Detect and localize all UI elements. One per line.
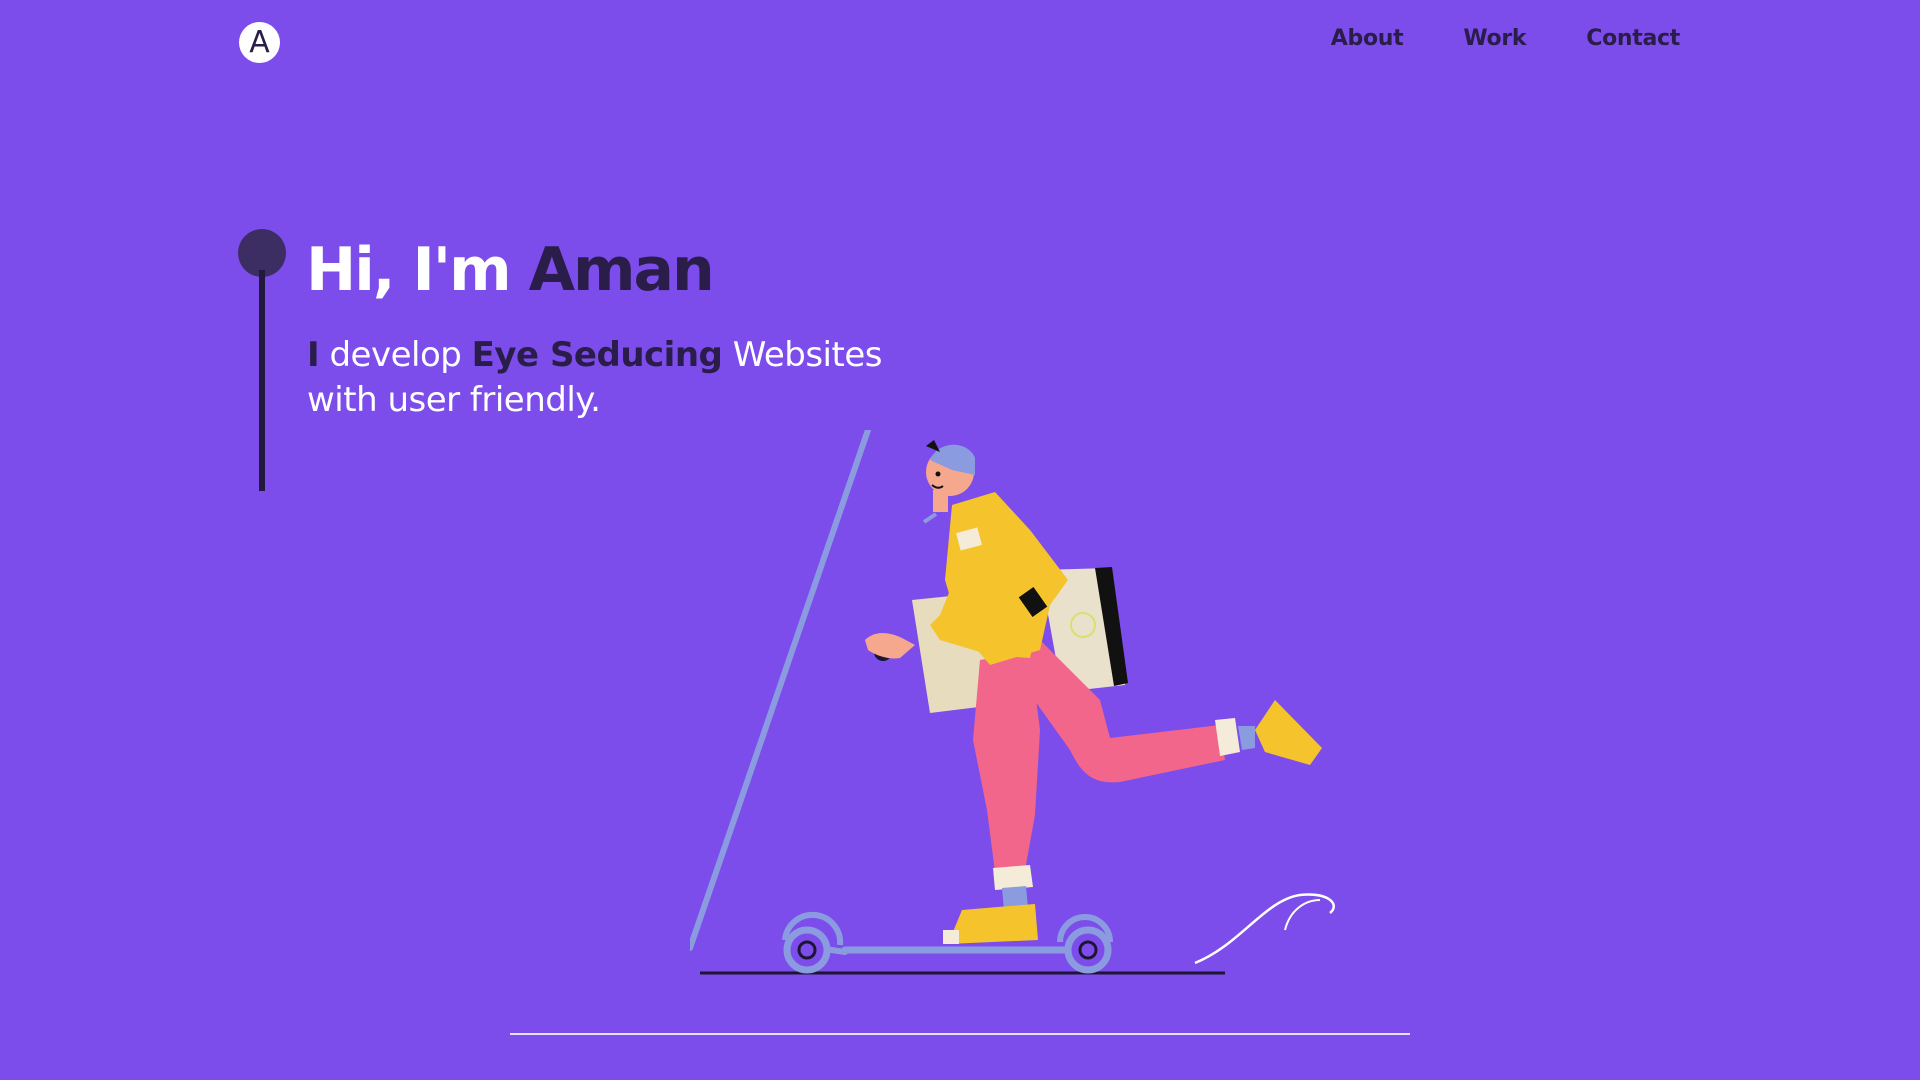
collar	[922, 512, 938, 524]
front-shoe-heel	[943, 930, 959, 944]
scooter-stem	[690, 430, 871, 951]
hair-tuft	[926, 440, 940, 452]
torso	[865, 492, 1068, 665]
hero-subtitle: I develop Eye Seducing Websites with user…	[307, 333, 927, 423]
back-shoe	[1255, 700, 1322, 765]
bottom-divider	[510, 1033, 1410, 1035]
front-leg-pants	[973, 652, 1040, 872]
hero-greeting: Hi, I'm	[306, 235, 512, 305]
timeline-line	[259, 270, 265, 491]
nav-link-about[interactable]: About	[1331, 26, 1404, 51]
person-on-scooter-illustration	[690, 430, 1335, 975]
hero-title: Hi, I'm Aman	[306, 234, 715, 306]
nav-link-work[interactable]: Work	[1463, 26, 1526, 51]
hero-sub-i: I	[307, 335, 320, 375]
front-shoe	[948, 904, 1038, 944]
hero-sub-develop: develop	[329, 335, 462, 375]
front-leg-cuff	[993, 865, 1033, 890]
hero-sub-websites: Websites	[732, 335, 883, 375]
eye	[935, 471, 941, 477]
hero-sub-line2: with user friendly.	[307, 380, 601, 420]
nav-links: About Work Contact	[1271, 26, 1681, 51]
motion-swoosh	[1194, 893, 1335, 965]
hero-sub-highlight: Eye Seducing	[471, 335, 723, 375]
hand	[865, 633, 915, 659]
scooter-rear-wheel	[1064, 926, 1112, 974]
motion-swoosh-small	[1284, 899, 1321, 931]
nav-link-contact[interactable]: Contact	[1586, 26, 1680, 51]
hero-name: Aman	[528, 235, 715, 305]
scooter-front-wheel	[783, 926, 831, 974]
logo-icon[interactable]: A	[239, 22, 280, 63]
top-navigation: A About Work Contact	[0, 0, 1920, 86]
back-leg-sock	[1238, 726, 1255, 750]
